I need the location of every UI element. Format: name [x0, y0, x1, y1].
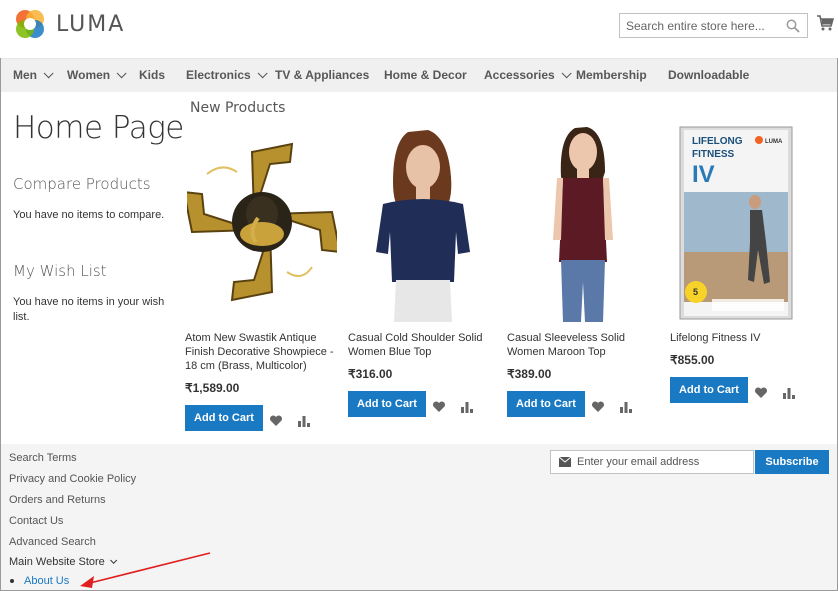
dvd-badge-number: 5: [693, 287, 698, 297]
logo-text: LUMA: [56, 11, 126, 37]
compare-empty-text: You have no items to compare.: [13, 209, 165, 221]
luma-logo[interactable]: LUMA: [13, 7, 125, 41]
compare-icon[interactable]: [782, 386, 796, 400]
nav-label: Membership: [576, 68, 647, 82]
nav-label: Home & Decor: [384, 68, 467, 82]
footer: Search Terms Privacy and Cookie Policy O…: [1, 444, 837, 590]
list-bullet: [10, 579, 14, 583]
nav-item-tv-appliances[interactable]: TV & Appliances: [275, 59, 369, 93]
chevron-down-icon: [109, 556, 117, 564]
footer-link-contact-us[interactable]: Contact Us: [9, 515, 63, 527]
compare-icon[interactable]: [297, 414, 311, 428]
product-image-dvd[interactable]: LIFELONG FITNESS IV LUMA 5: [670, 122, 820, 322]
cart-icon[interactable]: [816, 14, 834, 32]
store-switcher[interactable]: Main Website Store: [9, 556, 117, 568]
nav-item-home-decor[interactable]: Home & Decor: [384, 59, 467, 93]
add-to-cart-button[interactable]: Add to Cart: [348, 391, 426, 417]
search-icon[interactable]: [786, 19, 800, 33]
product-name[interactable]: Lifelong Fitness IV: [670, 331, 820, 345]
chevron-down-icon: [257, 68, 268, 79]
search-input[interactable]: [620, 14, 780, 37]
product-card: Casual Cold Shoulder Solid Women Blue To…: [348, 122, 506, 417]
compare-icon[interactable]: [619, 400, 633, 414]
new-products-title: New Products: [190, 100, 286, 116]
nav-item-accessories[interactable]: Accessories: [484, 59, 572, 93]
nav-item-women[interactable]: Women: [67, 59, 127, 93]
heart-icon[interactable]: [432, 400, 446, 414]
footer-link-orders-returns[interactable]: Orders and Returns: [9, 494, 106, 506]
product-card: Casual Sleeveless Solid Women Maroon Top…: [507, 122, 665, 417]
product-image-blue-top[interactable]: [348, 122, 498, 322]
product-price: ₹855.00: [670, 353, 715, 367]
footer-link-search-terms[interactable]: Search Terms: [9, 452, 77, 464]
main-navigation: Men Women Kids Electronics TV & Applianc…: [1, 58, 837, 92]
dvd-title-line1: LIFELONG: [692, 136, 743, 147]
newsletter-field: [550, 450, 754, 474]
nav-item-downloadable[interactable]: Downloadable: [668, 59, 749, 93]
heart-icon[interactable]: [591, 400, 605, 414]
chevron-down-icon: [561, 68, 572, 79]
product-name[interactable]: Atom New Swastik Antique Finish Decorati…: [185, 331, 335, 373]
product-card: LIFELONG FITNESS IV LUMA 5 Lifelong Fitn…: [670, 122, 828, 403]
compare-icon[interactable]: [460, 400, 474, 414]
wishlist-title: My Wish List: [13, 262, 107, 280]
nav-item-membership[interactable]: Membership: [576, 59, 647, 93]
nav-label: Kids: [139, 68, 166, 82]
search-box: [619, 13, 808, 38]
product-price: ₹1,589.00: [185, 381, 240, 395]
nav-label: Downloadable: [668, 68, 750, 82]
nav-item-men[interactable]: Men: [13, 59, 54, 93]
subscribe-button[interactable]: Subscribe: [755, 450, 829, 474]
header: LUMA: [0, 0, 838, 58]
add-to-cart-button[interactable]: Add to Cart: [670, 377, 748, 403]
nav-item-electronics[interactable]: Electronics: [186, 59, 268, 93]
chevron-down-icon: [43, 68, 54, 79]
chevron-down-icon: [116, 68, 127, 79]
heart-icon[interactable]: [754, 386, 768, 400]
nav-label: Women: [67, 68, 111, 82]
nav-label: Accessories: [484, 68, 555, 82]
mail-icon: [559, 457, 571, 467]
product-name[interactable]: Casual Cold Shoulder Solid Women Blue To…: [348, 331, 498, 359]
product-name[interactable]: Casual Sleeveless Solid Women Maroon Top: [507, 331, 665, 359]
page-title: Home Page: [13, 110, 184, 146]
footer-link-advanced-search[interactable]: Advanced Search: [9, 536, 96, 548]
dvd-title-line2: FITNESS: [692, 149, 735, 160]
product-price: ₹389.00: [507, 367, 552, 381]
dvd-title-line3: IV: [692, 161, 715, 188]
compare-products-title: Compare Products: [13, 175, 151, 193]
product-image-maroon-top[interactable]: [507, 122, 657, 322]
nav-label: TV & Appliances: [275, 68, 370, 82]
nav-label: Electronics: [186, 68, 251, 82]
wishlist-empty-text: You have no items in your wish list.: [13, 296, 165, 323]
dvd-brand: LUMA: [765, 139, 783, 145]
footer-link-privacy-policy[interactable]: Privacy and Cookie Policy: [9, 473, 136, 485]
nav-item-kids[interactable]: Kids: [139, 59, 165, 93]
product-image-showpiece[interactable]: [182, 122, 342, 322]
store-switcher-label: Main Website Store: [9, 556, 105, 568]
product-price: ₹316.00: [348, 367, 393, 381]
nav-label: Men: [13, 68, 37, 82]
heart-icon[interactable]: [269, 414, 283, 428]
newsletter-email-input[interactable]: [577, 451, 747, 473]
product-card: Atom New Swastik Antique Finish Decorati…: [182, 122, 345, 431]
add-to-cart-button[interactable]: Add to Cart: [507, 391, 585, 417]
add-to-cart-button[interactable]: Add to Cart: [185, 405, 263, 431]
about-us-link[interactable]: About Us: [24, 575, 69, 587]
luma-logo-icon: [16, 10, 44, 38]
